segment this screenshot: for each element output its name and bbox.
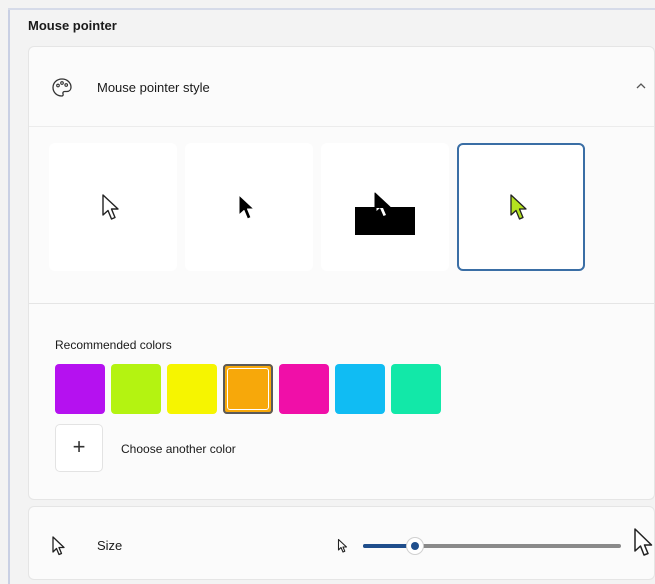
section-title: Mouse pointer	[28, 18, 117, 33]
color-swatch-pink[interactable]	[279, 364, 329, 414]
size-slider-thumb[interactable]	[406, 538, 423, 554]
pointer-inverted-icon	[355, 192, 415, 235]
pointer-size-icon	[52, 536, 65, 556]
recommended-colors-label: Recommended colors	[55, 338, 172, 352]
color-swatch-orange[interactable]	[223, 364, 273, 414]
pointer-black-icon	[238, 194, 255, 220]
color-swatch-blue[interactable]	[335, 364, 385, 414]
pointer-white-icon	[102, 194, 119, 220]
pointer-style-expander[interactable]: Mouse pointer style	[29, 47, 654, 127]
choose-color-button[interactable]: +	[55, 424, 103, 472]
window-frame-left	[8, 8, 10, 584]
color-swatch-teal[interactable]	[391, 364, 441, 414]
pointer-style-white[interactable]	[49, 143, 177, 271]
color-swatch-yellow[interactable]	[167, 364, 217, 414]
chevron-up-icon[interactable]	[634, 79, 648, 93]
pointer-small-icon	[337, 538, 348, 553]
colors-card: Recommended colors + Choose another colo…	[28, 304, 655, 500]
size-slider[interactable]	[363, 538, 621, 554]
size-card: Size	[28, 506, 655, 580]
color-swatch-lime[interactable]	[111, 364, 161, 414]
pointer-large-icon	[634, 528, 653, 556]
window-frame-top	[8, 8, 655, 10]
pointer-custom-icon	[510, 194, 527, 220]
pointer-style-custom[interactable]	[457, 143, 585, 271]
pointer-style-label: Mouse pointer style	[97, 80, 210, 95]
pointer-style-black[interactable]	[185, 143, 313, 271]
color-swatch-purple[interactable]	[55, 364, 105, 414]
pointer-style-inverted[interactable]	[321, 143, 449, 271]
choose-color-label: Choose another color	[121, 442, 236, 456]
palette-icon	[52, 78, 72, 97]
size-label: Size	[97, 538, 123, 553]
pointer-style-card: Mouse pointer style	[28, 46, 655, 304]
